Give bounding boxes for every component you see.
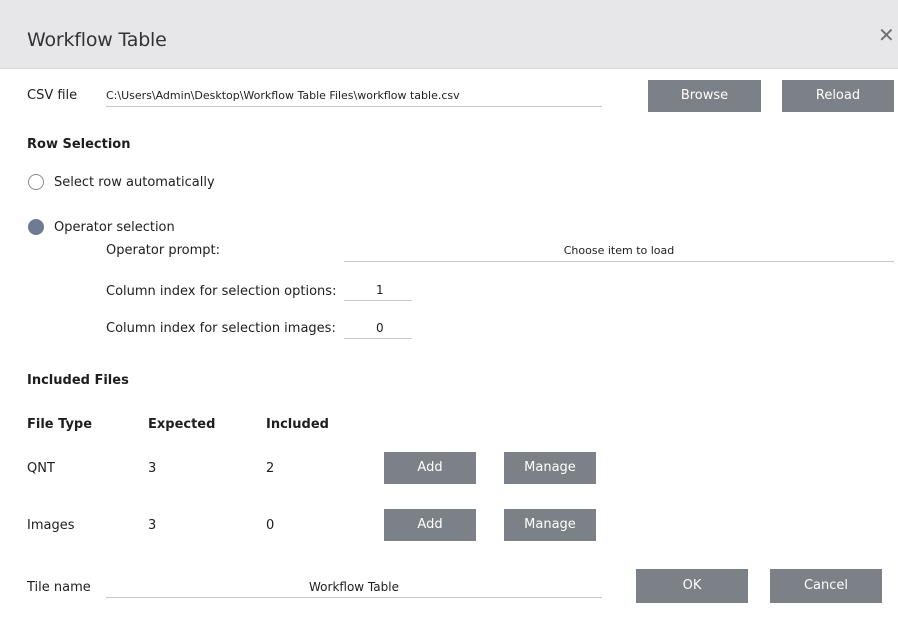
add-images-button[interactable]: Add — [384, 509, 476, 541]
manage-qnt-button[interactable]: Manage — [504, 452, 596, 484]
expected-cell: 3 — [148, 461, 157, 476]
operator-prompt-field[interactable]: Choose item to load — [344, 241, 894, 262]
selection-options-index-label: Column index for selection options: — [106, 284, 337, 299]
radio-select-row-automatically[interactable] — [28, 174, 44, 190]
included-cell: 0 — [266, 518, 275, 533]
dialog-titlebar: Workflow Table ✕ — [0, 0, 898, 69]
selection-images-index-label: Column index for selection images: — [106, 321, 336, 336]
add-qnt-button[interactable]: Add — [384, 452, 476, 484]
row-selection-heading: Row Selection — [27, 137, 131, 152]
cancel-button[interactable]: Cancel — [770, 569, 882, 603]
file-type-cell: Images — [27, 518, 75, 533]
radio-label-auto: Select row automatically — [54, 175, 215, 190]
operator-prompt-label: Operator prompt: — [106, 243, 220, 258]
tile-name-label: Tile name — [27, 580, 91, 595]
browse-button[interactable]: Browse — [648, 80, 761, 112]
dialog-title: Workflow Table — [27, 29, 167, 51]
included-files-heading: Included Files — [27, 373, 129, 388]
column-header-expected: Expected — [148, 417, 216, 432]
selection-images-index-value: 0 — [376, 321, 384, 335]
operator-prompt-value: Choose item to load — [563, 244, 675, 257]
ok-button[interactable]: OK — [636, 569, 748, 603]
selection-options-index-value: 1 — [376, 283, 384, 297]
column-header-file-type: File Type — [27, 417, 93, 432]
tile-name-value: Workflow Table — [309, 580, 399, 594]
selection-options-index-field[interactable]: 1 — [344, 280, 412, 301]
csv-file-label: CSV file — [27, 88, 78, 103]
radio-label-operator: Operator selection — [54, 220, 175, 235]
reload-button[interactable]: Reload — [782, 80, 894, 112]
csv-file-path: C:\Users\Admin\Desktop\Workflow Table Fi… — [106, 89, 460, 102]
close-icon[interactable]: ✕ — [878, 25, 895, 45]
file-type-cell: QNT — [27, 461, 55, 476]
csv-file-path-field[interactable]: C:\Users\Admin\Desktop\Workflow Table Fi… — [106, 86, 602, 107]
radio-operator-selection[interactable] — [28, 219, 44, 235]
included-cell: 2 — [266, 461, 275, 476]
tile-name-field[interactable]: Workflow Table — [106, 577, 602, 598]
manage-images-button[interactable]: Manage — [504, 509, 596, 541]
expected-cell: 3 — [148, 518, 157, 533]
selection-images-index-field[interactable]: 0 — [344, 318, 412, 339]
column-header-included: Included — [266, 417, 329, 432]
